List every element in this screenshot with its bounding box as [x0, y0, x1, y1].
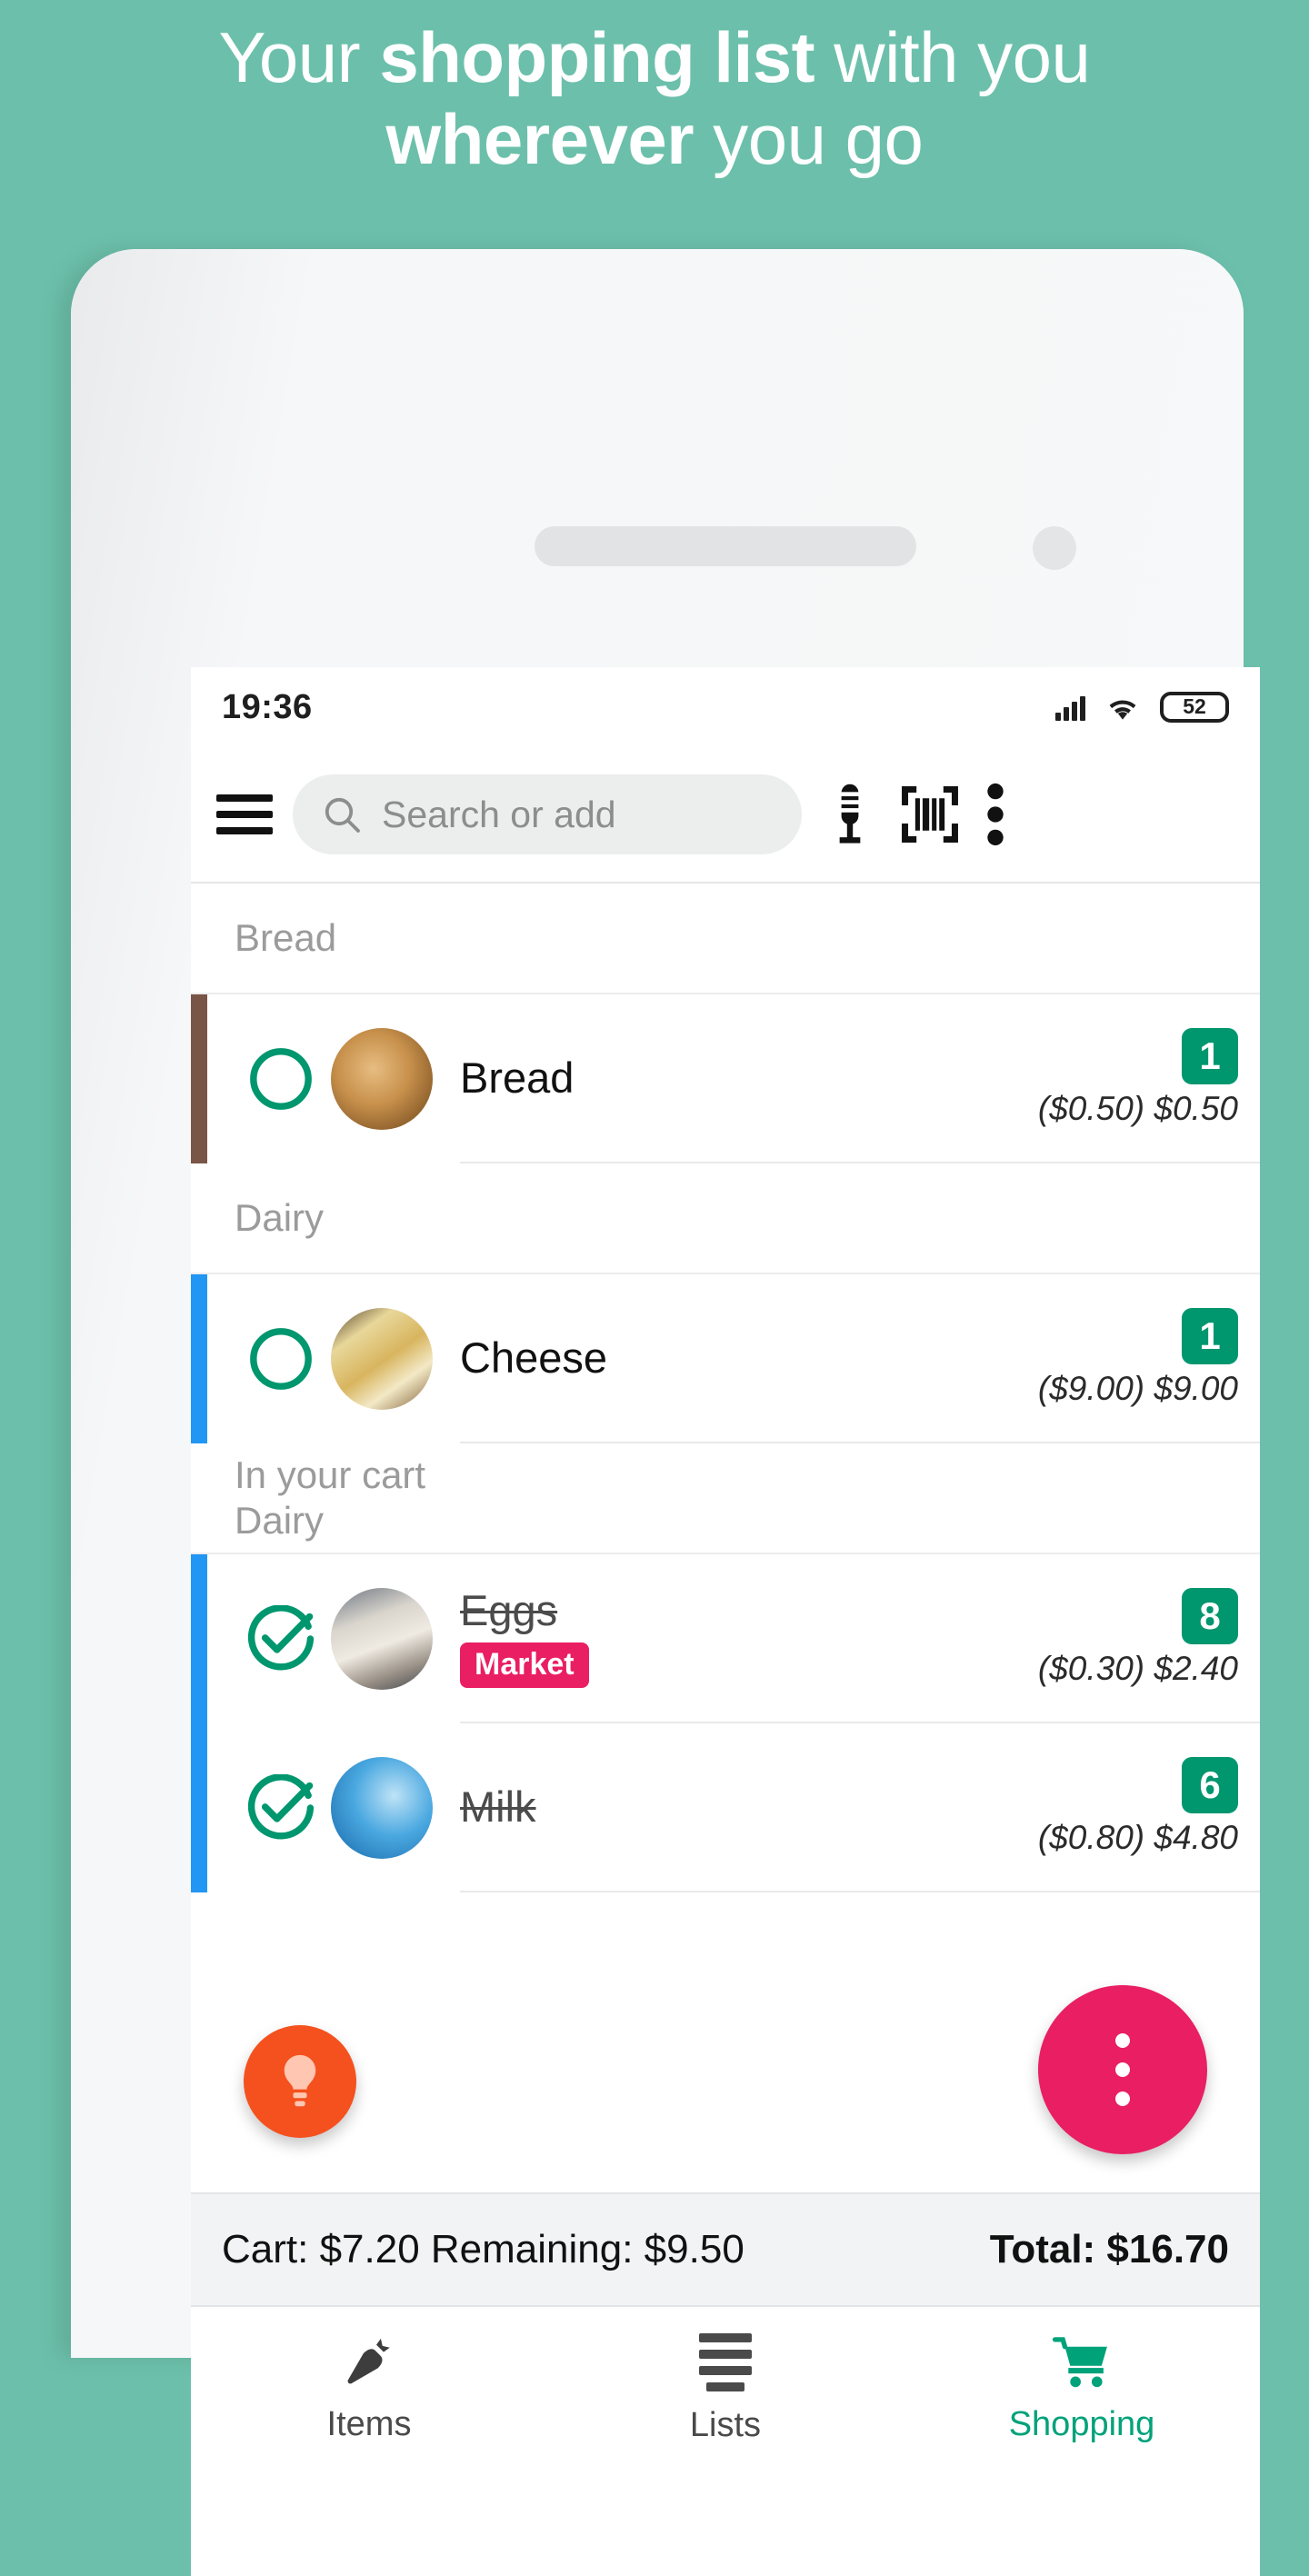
search-input[interactable]: Search or add [293, 774, 802, 854]
hamburger-menu-icon[interactable] [216, 794, 273, 834]
item-price: ($0.50) $0.50 [1037, 1090, 1238, 1127]
group-header-title: In your cart [235, 1453, 426, 1497]
overflow-menu-icon[interactable] [982, 782, 1009, 847]
lightbulb-icon [284, 2054, 316, 2107]
microphone-icon[interactable] [822, 781, 878, 848]
item-price: ($9.00) $9.00 [1037, 1370, 1238, 1407]
list-group-header: Bread [191, 884, 1260, 994]
item-price: ($0.30) $2.40 [1037, 1650, 1238, 1687]
category-accent-bar [191, 1274, 207, 1443]
item-unchecked-icon[interactable] [231, 1325, 331, 1393]
phone-front-camera [1033, 526, 1076, 570]
carrot-icon [347, 2338, 390, 2383]
item-name: Eggs [460, 1586, 558, 1635]
item-checked-icon[interactable] [231, 1774, 331, 1842]
more-actions-fab-button[interactable] [1038, 1985, 1207, 2154]
promo-line1-post: with you [814, 17, 1091, 97]
group-header-subtitle: Dairy [235, 1499, 325, 1542]
cart-remaining-text: Cart: $7.20 Remaining: $9.50 [222, 2227, 744, 2271]
bottom-navigation: Items Lists Shopping [191, 2305, 1260, 2471]
list-icon [699, 2332, 752, 2391]
tips-fab-button[interactable] [244, 2025, 356, 2138]
item-quantity-badge[interactable]: 8 [1182, 1588, 1238, 1644]
promo-line2-bold: wherever [385, 99, 694, 180]
app-toolbar: Search or add [191, 747, 1260, 884]
status-bar: 19:36 52 [191, 667, 1260, 747]
phone-speaker-grille [535, 526, 916, 566]
barcode-scanner-icon[interactable] [898, 783, 962, 846]
category-accent-bar [191, 1723, 207, 1892]
phone-screen: 19:36 52 Search or add Bread Bread 1 ($0… [191, 667, 1260, 2576]
item-thumbnail [331, 1757, 433, 1859]
shopping-list-item[interactable]: Bread 1 ($0.50) $0.50 [191, 994, 1260, 1163]
nav-label-shopping: Shopping [1008, 2404, 1155, 2443]
battery-level: 52 [1183, 694, 1206, 718]
item-name: Milk [460, 1782, 536, 1832]
item-thumbnail [331, 1308, 433, 1410]
item-thumbnail [331, 1588, 433, 1690]
item-name: Cheese [460, 1333, 607, 1383]
status-indicators: 52 [1055, 692, 1229, 723]
status-time: 19:36 [222, 687, 313, 726]
group-header-title: Dairy [235, 1196, 325, 1240]
search-icon [325, 797, 360, 833]
phone-mockup: 19:36 52 Search or add Bread Bread 1 ($0… [71, 249, 1260, 2576]
total-text: Total: $16.70 [989, 2227, 1229, 2271]
item-checked-icon[interactable] [231, 1605, 331, 1672]
totals-summary-bar: Cart: $7.20 Remaining: $9.50 Total: $16.… [191, 2192, 1260, 2305]
promo-line2-post: you go [694, 99, 924, 180]
nav-label-lists: Lists [689, 2405, 762, 2444]
item-name: Bread [460, 1053, 575, 1103]
overflow-menu-icon [1115, 2033, 1130, 2106]
nav-item-shopping[interactable]: Shopping [904, 2334, 1260, 2444]
group-header-title: Bread [235, 916, 337, 960]
shopping-list-item[interactable]: Cheese 1 ($9.00) $9.00 [191, 1274, 1260, 1443]
shopping-cart-icon [1052, 2336, 1107, 2387]
shopping-list-item[interactable]: Eggs Market 8 ($0.30) $2.40 [191, 1554, 1260, 1723]
item-store-badge[interactable]: Market [460, 1642, 589, 1688]
fab-area [191, 1892, 1260, 2192]
promo-headline: Your shopping list with you wherever you… [0, 0, 1309, 181]
nav-label-items: Items [326, 2404, 412, 2443]
promo-line-2: wherever you go [0, 98, 1309, 180]
nav-item-lists[interactable]: Lists [547, 2332, 904, 2445]
item-thumbnail [331, 1028, 433, 1130]
nav-item-items[interactable]: Items [191, 2334, 547, 2444]
shopping-list: Bread Bread 1 ($0.50) $0.50 Dairy Cheese 1 ($9.… [191, 884, 1260, 1892]
list-group-header: Dairy [191, 1163, 1260, 1274]
item-quantity-badge[interactable]: 1 [1182, 1028, 1238, 1084]
category-accent-bar [191, 994, 207, 1163]
search-placeholder: Search or add [382, 793, 616, 835]
promo-line-1: Your shopping list with you [0, 16, 1309, 98]
item-unchecked-icon[interactable] [231, 1045, 331, 1113]
category-accent-bar [191, 1554, 207, 1723]
promo-line1-bold: shopping list [379, 17, 815, 97]
battery-icon: 52 [1160, 692, 1229, 723]
item-quantity-badge[interactable]: 6 [1182, 1757, 1238, 1813]
shopping-list-item[interactable]: Milk 6 ($0.80) $4.80 [191, 1723, 1260, 1892]
item-quantity-badge[interactable]: 1 [1182, 1308, 1238, 1364]
signal-bars-icon [1055, 694, 1085, 721]
item-price: ($0.80) $4.80 [1037, 1819, 1238, 1856]
promo-line1-pre: Your [218, 17, 380, 97]
list-group-header: In your cart Dairy [191, 1443, 1260, 1554]
wifi-icon [1109, 700, 1136, 720]
